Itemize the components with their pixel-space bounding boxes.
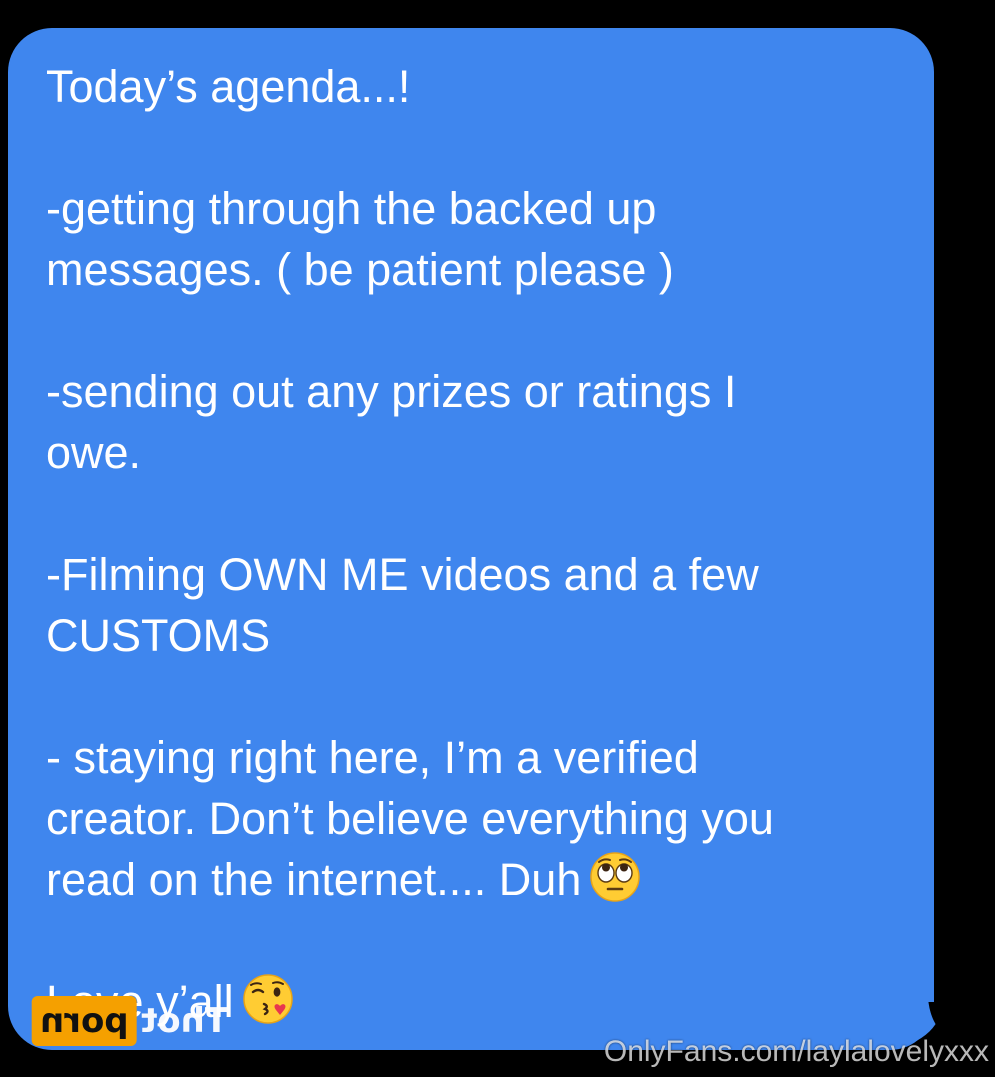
site-watermark-logo: porn Thot (32, 996, 228, 1046)
message-line: -Filming OWN ME videos and a few (46, 549, 759, 600)
message-line: owe. (46, 427, 142, 478)
watermark-logo-text: Thot (140, 1001, 228, 1041)
message-line: CUSTOMS (46, 610, 271, 661)
cropped-status-text (780, 1068, 970, 1077)
message-line: -sending out any prizes or ratings I (46, 366, 737, 417)
message-line: creator. Don’t believe everything you (46, 793, 774, 844)
face-blowing-a-kiss-icon (242, 974, 293, 1024)
message-line: messages. ( be patient please ) (46, 244, 674, 295)
face-with-rolling-eyes-icon (590, 852, 641, 902)
chat-screen: Today’s agenda...! -getting through the … (0, 0, 995, 1077)
message-line-with-emoji: read on the internet.... Duh (46, 849, 904, 910)
watermark-logo-box: porn (32, 996, 137, 1046)
message-line: Today’s agenda...! (46, 61, 411, 112)
message-line: -getting through the backed up (46, 183, 657, 234)
watermark-url: OnlyFans.com/laylalovelyxxx (603, 1035, 989, 1068)
message-line: - staying right here, I’m a verified (46, 732, 699, 783)
message-line-text: read on the internet.... Duh (46, 854, 582, 905)
message-bubble[interactable]: Today’s agenda...! -getting through the … (8, 28, 934, 1050)
